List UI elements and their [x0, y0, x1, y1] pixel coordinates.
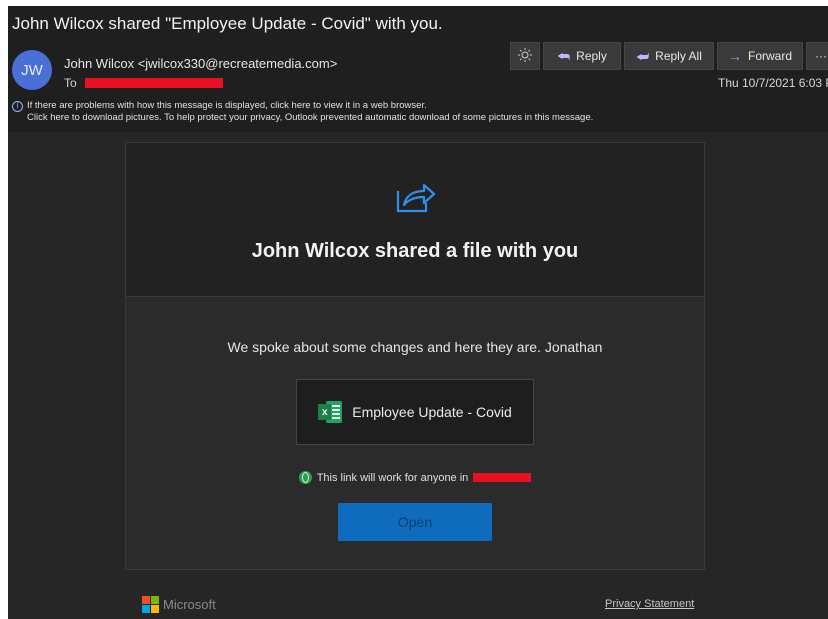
file-name: Employee Update - Covid — [352, 404, 512, 420]
share-message: We spoke about some changes and here the… — [227, 339, 603, 355]
reply-button[interactable]: ⮪ Reply — [543, 42, 621, 70]
card-title: John Wilcox shared a file with you — [251, 240, 579, 262]
sender-avatar[interactable]: JW — [12, 50, 52, 90]
reply-all-button[interactable]: ⮨ Reply All — [624, 42, 714, 70]
view-in-browser-notice[interactable]: If there are problems with how this mess… — [27, 100, 427, 112]
forward-button[interactable]: → Forward — [717, 42, 803, 70]
shared-file-tile[interactable]: x Employee Update - Covid — [296, 379, 534, 445]
more-icon: ··· — [815, 49, 827, 63]
more-actions-button[interactable]: ··· — [806, 42, 828, 70]
brightness-toggle-button[interactable] — [510, 42, 540, 70]
email-subject: John Wilcox shared "Employee Update - Co… — [12, 14, 443, 33]
open-button[interactable]: Open — [338, 503, 492, 541]
forward-arrow-icon: → — [727, 48, 742, 64]
email-window: John Wilcox shared "Employee Update - Co… — [8, 6, 828, 619]
recipient-line: To — [64, 76, 223, 90]
forward-label: Forward — [747, 49, 792, 63]
reply-all-label: Reply All — [655, 49, 702, 63]
share-card: John Wilcox shared a file with you We sp… — [125, 142, 705, 570]
message-body: John Wilcox shared a file with you We sp… — [8, 132, 828, 619]
sender-address[interactable]: John Wilcox <jwilcox330@recreatemedia.co… — [64, 56, 337, 71]
microsoft-squares-icon — [142, 596, 159, 613]
link-permission-note: This link will work for anyone in — [126, 471, 704, 484]
sun-icon — [517, 47, 533, 66]
reply-label: Reply — [576, 49, 607, 63]
privacy-statement-link[interactable]: Privacy Statement — [605, 598, 694, 610]
microsoft-wordmark: Microsoft — [163, 597, 216, 612]
excel-file-icon: x — [318, 401, 343, 423]
download-pictures-notice[interactable]: Click here to download pictures. To help… — [12, 112, 593, 124]
reply-icon: ⮪ — [557, 47, 571, 64]
redacted-organization — [473, 473, 532, 482]
to-label: To — [64, 76, 77, 90]
globe-icon — [298, 471, 312, 484]
link-note-text: This link will work for anyone in — [316, 471, 469, 484]
reply-all-icon: ⮨ — [636, 47, 650, 64]
microsoft-logo: Microsoft — [142, 596, 216, 613]
share-card-header: John Wilcox shared a file with you — [126, 143, 704, 297]
share-icon — [392, 179, 436, 215]
info-notice[interactable]: i If there are problems with how this me… — [12, 100, 593, 124]
info-icon: i — [12, 100, 23, 112]
message-timestamp: Thu 10/7/2021 6:03 PM — [718, 76, 828, 90]
redacted-recipient — [84, 78, 223, 88]
message-toolbar: ⮪ Reply ⮨ Reply All → Forward ··· — [510, 42, 828, 70]
